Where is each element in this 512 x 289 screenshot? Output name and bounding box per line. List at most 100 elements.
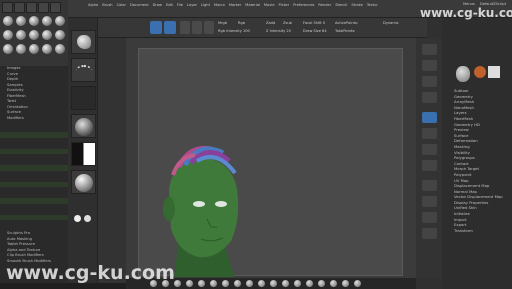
sphere-icon[interactable]: [3, 30, 13, 40]
menu-item-alpha[interactable]: Alpha: [88, 3, 98, 7]
brush-icon[interactable]: [2, 2, 13, 13]
menu-item-macro[interactable]: Macro: [214, 3, 225, 7]
zoom-icon[interactable]: [422, 76, 437, 87]
sphere-icon[interactable]: [42, 44, 52, 54]
sphere-icon[interactable]: [198, 280, 205, 287]
brush-shape-icon: [77, 35, 91, 49]
matcap-icon: [75, 174, 93, 192]
menu-item-draw[interactable]: Draw: [153, 3, 162, 7]
tool-palette: Subtool Geometry ArrayMesh NanoMesh Layers Fi…: [442, 18, 512, 289]
polymesh-icon[interactable]: [474, 66, 486, 78]
menu-item-layer[interactable]: Layer: [187, 3, 197, 7]
texture-icon[interactable]: [38, 2, 49, 13]
sphere-icon[interactable]: [3, 44, 13, 54]
menu-item-material[interactable]: Material: [245, 3, 260, 7]
menu-item-marker[interactable]: Marker: [229, 3, 241, 7]
sphere-icon[interactable]: [258, 280, 265, 287]
sphere-icon[interactable]: [29, 44, 39, 54]
rgb-button[interactable]: Rgb: [238, 21, 245, 25]
sphere-icon[interactable]: [55, 44, 65, 54]
sphere-icon[interactable]: [246, 280, 253, 287]
sphere-icon[interactable]: [294, 280, 301, 287]
bpr-icon[interactable]: [422, 44, 437, 55]
edit-icon[interactable]: [150, 21, 162, 34]
stroke-icon[interactable]: [14, 2, 25, 13]
menu-item-brush[interactable]: Brush: [102, 3, 112, 7]
draw-icon[interactable]: [164, 21, 176, 34]
zsub-button[interactable]: Zsub: [283, 21, 292, 25]
menu-item-stencil[interactable]: Stencil: [335, 3, 347, 7]
sphere-icon[interactable]: [84, 215, 91, 222]
sphere-icon[interactable]: [210, 280, 217, 287]
menu-item-document[interactable]: Document: [130, 3, 149, 7]
star-icon[interactable]: [488, 66, 500, 78]
scroll-icon[interactable]: [422, 60, 437, 71]
mrgb-button[interactable]: Mrgb: [218, 21, 227, 25]
sphere-icon[interactable]: [29, 16, 39, 26]
stroke-thumb[interactable]: [71, 58, 96, 82]
texture-thumb[interactable]: [71, 114, 96, 138]
sphere-icon[interactable]: [282, 280, 289, 287]
frame-icon[interactable]: [422, 180, 437, 191]
sphere-icon[interactable]: [42, 30, 52, 40]
total-points-label: TotalPoints:: [335, 29, 356, 33]
sphere-icon[interactable]: [74, 215, 81, 222]
move-icon[interactable]: [422, 196, 437, 207]
menu-item-edit[interactable]: Edit: [166, 3, 173, 7]
menu-item-preferences[interactable]: Preferences: [293, 3, 314, 7]
zadd-button[interactable]: Zadd: [266, 21, 275, 25]
local-icon[interactable]: [422, 144, 437, 155]
dynamic-toggle[interactable]: Dynamic: [383, 21, 399, 25]
right-tool-strip: [416, 38, 442, 278]
color-swatch[interactable]: [71, 142, 96, 166]
floor-icon[interactable]: [422, 128, 437, 139]
sphere-icon[interactable]: [354, 280, 361, 287]
sphere-icon[interactable]: [29, 30, 39, 40]
sphere-icon[interactable]: [16, 44, 26, 54]
rotate-icon[interactable]: [422, 228, 437, 239]
scale-icon[interactable]: [192, 21, 202, 34]
sphere-icon[interactable]: [306, 280, 313, 287]
menu-item-file[interactable]: File: [177, 3, 183, 7]
sphere-icon[interactable]: [55, 16, 65, 26]
top-toolbar: Mrgb Rgb Zadd Zsub Focal Shift 0 ActiveP…: [98, 18, 427, 38]
menu-item-render[interactable]: Render: [318, 3, 331, 7]
sphere-icon[interactable]: [55, 30, 65, 40]
menu-item-color[interactable]: Color: [117, 3, 126, 7]
actual-icon[interactable]: [422, 92, 437, 103]
alpha-icon[interactable]: [26, 2, 37, 13]
menu-item-movie[interactable]: Movie: [264, 3, 275, 7]
sphere-icon[interactable]: [330, 280, 337, 287]
material-thumb[interactable]: [71, 170, 96, 194]
left-eye: [193, 201, 205, 207]
sphere-icon[interactable]: [174, 280, 181, 287]
sphere-icon[interactable]: [270, 280, 277, 287]
watermark-bottom: www.cg-ku.com: [6, 262, 175, 284]
material-icon[interactable]: [50, 2, 61, 13]
rgb-intensity-label: Rgb Intensity 100: [218, 29, 250, 33]
sphere-icon[interactable]: [16, 30, 26, 40]
menu-item-picker[interactable]: Picker: [279, 3, 290, 7]
rotate-icon[interactable]: [204, 21, 214, 34]
sphere-icon[interactable]: [318, 280, 325, 287]
sphere-icon[interactable]: [186, 280, 193, 287]
dots-stroke-icon: [76, 65, 92, 77]
head-model: [163, 145, 239, 277]
scale-icon[interactable]: [422, 212, 437, 223]
z-intensity-label: Z Intensity 25: [266, 29, 291, 33]
menu-item-light[interactable]: Light: [201, 3, 210, 7]
tool-thumbnail[interactable]: [456, 66, 470, 82]
alpha-thumb[interactable]: [71, 86, 96, 110]
sphere-icon[interactable]: [42, 16, 52, 26]
sphere-icon[interactable]: [16, 16, 26, 26]
sphere-icon[interactable]: [3, 16, 13, 26]
current-brush-thumb[interactable]: [71, 30, 96, 54]
perspective-icon[interactable]: [422, 112, 437, 123]
sphere-icon[interactable]: [234, 280, 241, 287]
tool-palette-item[interactable]: Transform: [442, 228, 512, 234]
viewport-canvas[interactable]: [138, 48, 403, 277]
xyz-icon[interactable]: [422, 160, 437, 171]
move-icon[interactable]: [180, 21, 190, 34]
sphere-icon[interactable]: [222, 280, 229, 287]
sphere-icon[interactable]: [342, 280, 349, 287]
